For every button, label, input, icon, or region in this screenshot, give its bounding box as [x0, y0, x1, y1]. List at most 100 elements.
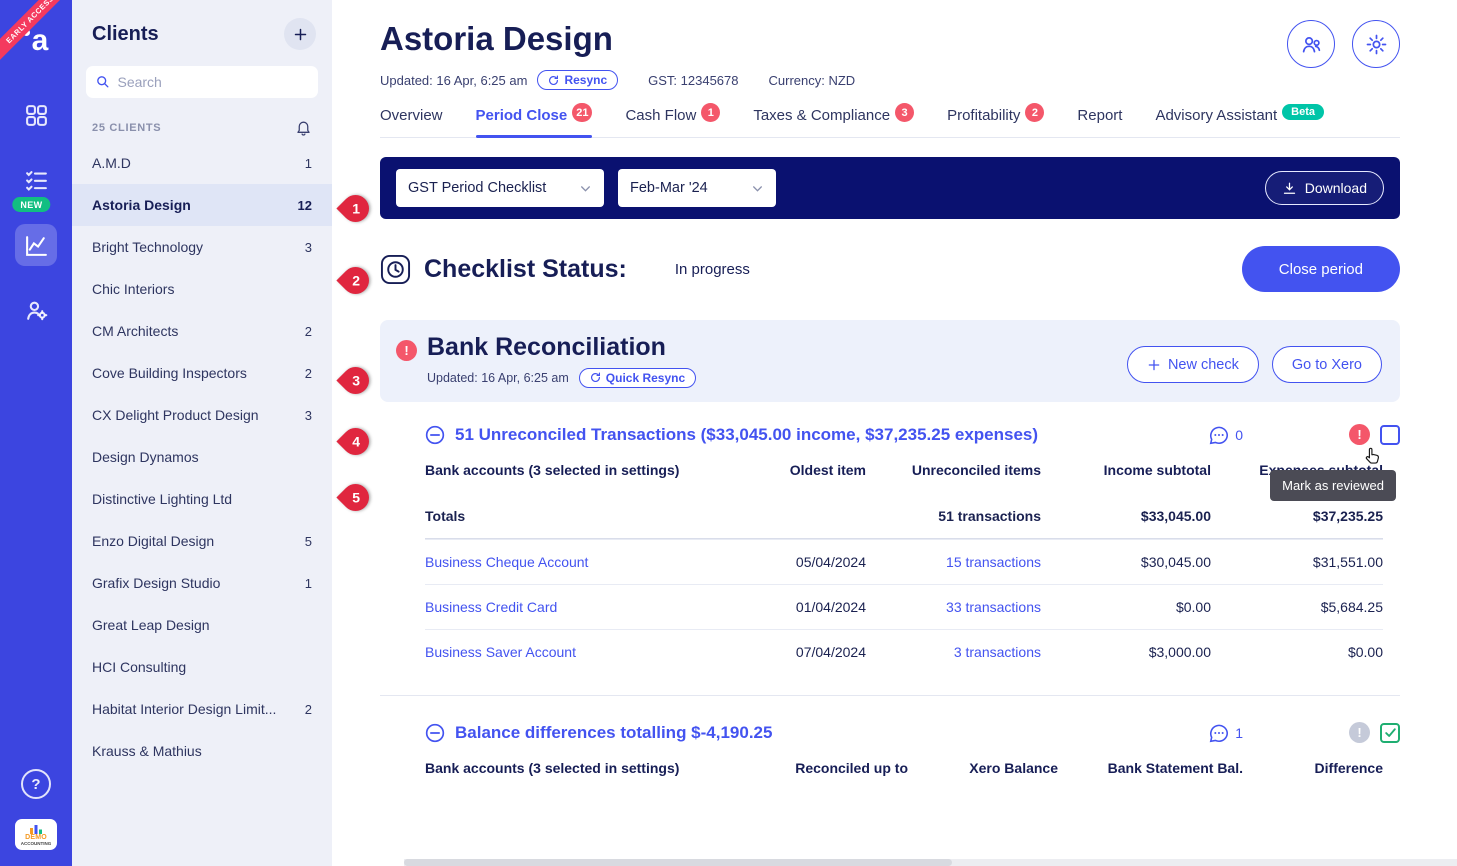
client-list-item[interactable]: Grafix Design Studio 1: [72, 562, 332, 604]
client-name: Astoria Design: [92, 197, 191, 213]
quick-resync-button[interactable]: Quick Resync: [579, 368, 696, 388]
unreconciled-header-row: Bank accounts (3 selected in settings) O…: [425, 446, 1383, 494]
tab[interactable]: Advisory Assistant Beta: [1155, 107, 1324, 137]
comment-count: 0: [1235, 427, 1243, 443]
column-header: Bank Statement Bal.: [1058, 760, 1243, 776]
sidebar-title: Clients: [92, 23, 159, 46]
account-link[interactable]: Business Saver Account: [425, 644, 716, 660]
client-name: Habitat Interior Design Limit...: [92, 701, 276, 717]
rail-item-checklists[interactable]: NEW: [15, 159, 57, 201]
currency-label: Currency: NZD: [769, 73, 856, 88]
client-list-item[interactable]: Great Leap Design: [72, 604, 332, 646]
settings-button[interactable]: [1352, 20, 1400, 68]
transactions-link[interactable]: 3 transactions: [866, 644, 1041, 660]
main-content: Astoria Design Updated: 16 Apr, 6:25 am …: [332, 0, 1457, 866]
balance-header-row: Bank accounts (3 selected in settings) R…: [425, 744, 1383, 792]
client-count: 2: [305, 366, 312, 381]
client-count: 3: [305, 408, 312, 423]
client-list-item[interactable]: Bright Technology 3: [72, 226, 332, 268]
client-list-item[interactable]: Enzo Digital Design 5: [72, 520, 332, 562]
client-count: 1: [305, 156, 312, 171]
account-link[interactable]: Business Cheque Account: [425, 554, 716, 570]
search-input[interactable]: [117, 74, 308, 90]
balance-differences-section: Balance differences totalling $-4,190.25…: [380, 722, 1400, 792]
rail-item-clients[interactable]: [15, 289, 57, 331]
client-name: CM Architects: [92, 323, 178, 339]
tab-label: Report: [1077, 107, 1122, 124]
client-list-item[interactable]: CX Delight Product Design 3: [72, 394, 332, 436]
chevron-down-icon: [579, 182, 592, 195]
cursor-icon: [1364, 446, 1384, 471]
bank-reconciliation-title: Bank Reconciliation: [427, 334, 696, 362]
period-select[interactable]: Feb-Mar '24: [618, 169, 776, 207]
client-count: 5: [305, 534, 312, 549]
tab[interactable]: Overview: [380, 107, 443, 137]
transactions-link[interactable]: 33 transactions: [866, 599, 1041, 615]
checklist-status-row: Checklist Status: In progress Close peri…: [380, 246, 1400, 292]
go-to-xero-button[interactable]: Go to Xero: [1272, 346, 1382, 383]
client-list-item[interactable]: HCI Consulting: [72, 646, 332, 688]
tab[interactable]: Profitability 2: [947, 107, 1044, 137]
alert-icon: [396, 340, 417, 361]
rail-item-dashboard[interactable]: [15, 94, 57, 136]
account-link[interactable]: Business Credit Card: [425, 599, 716, 615]
transactions-link[interactable]: 15 transactions: [866, 554, 1041, 570]
help-icon[interactable]: [21, 769, 51, 799]
mark-reviewed-checkbox[interactable]: [1380, 425, 1400, 445]
tab[interactable]: Cash Flow 1: [625, 107, 720, 137]
horizontal-scrollbar[interactable]: [404, 859, 1457, 866]
client-list-item[interactable]: Chic Interiors: [72, 268, 332, 310]
tab[interactable]: Taxes & Compliance 3: [753, 107, 914, 137]
tab-badge: 21: [572, 103, 592, 122]
resync-icon: [590, 372, 601, 383]
comment-icon[interactable]: [1208, 722, 1230, 744]
client-list-item[interactable]: Astoria Design 12: [72, 184, 332, 226]
reviewed-checkbox-checked[interactable]: [1380, 723, 1400, 743]
client-list-item[interactable]: CM Architects 2: [72, 310, 332, 352]
resync-label: Resync: [564, 73, 607, 87]
new-check-button[interactable]: New check: [1127, 346, 1259, 383]
checklist-select[interactable]: GST Period Checklist: [396, 169, 604, 207]
client-name: A.M.D: [92, 155, 131, 171]
client-name: Design Dynamos: [92, 449, 199, 465]
add-client-button[interactable]: [284, 18, 316, 50]
bell-icon[interactable]: [295, 119, 312, 136]
members-button[interactable]: [1287, 20, 1335, 68]
client-list-item[interactable]: Cove Building Inspectors 2: [72, 352, 332, 394]
column-header: Oldest item: [716, 462, 866, 478]
gear-icon: [1365, 33, 1388, 56]
resync-icon: [548, 75, 559, 86]
client-list-item[interactable]: Design Dynamos: [72, 436, 332, 478]
totals-row: Totals 51 transactions $33,045.00 $37,23…: [425, 494, 1383, 539]
resync-button[interactable]: Resync: [537, 70, 618, 90]
members-icon: [1300, 33, 1323, 56]
comment-icon[interactable]: [1208, 424, 1230, 446]
client-list-item[interactable]: Krauss & Mathius: [72, 730, 332, 772]
minus-circle-icon[interactable]: [425, 425, 445, 445]
download-button[interactable]: Download: [1265, 171, 1384, 205]
tab-badge: 1: [701, 103, 720, 122]
client-count: 3: [305, 240, 312, 255]
updated-text: Updated: 16 Apr, 6:25 am: [380, 73, 527, 88]
client-count: 12: [298, 198, 312, 213]
checklist-status-label: Checklist Status:: [424, 255, 627, 284]
client-list-item[interactable]: A.M.D 1: [72, 142, 332, 184]
balance-differences-title[interactable]: Balance differences totalling $-4,190.25: [455, 723, 772, 743]
clients-sidebar: Clients 25 CLIENTS A.M.D 1 Astoria Desig…: [72, 0, 332, 866]
close-period-button[interactable]: Close period: [1242, 246, 1400, 292]
unreconciled-title[interactable]: 51 Unreconciled Transactions ($33,045.00…: [455, 425, 1038, 445]
rail-item-insights[interactable]: [15, 224, 57, 266]
scrollbar-thumb[interactable]: [404, 859, 952, 866]
tab[interactable]: Period Close 21: [476, 107, 593, 137]
client-name: Bright Technology: [92, 239, 203, 255]
download-icon: [1282, 181, 1297, 196]
mark-reviewed-tooltip: Mark as reviewed: [1270, 470, 1396, 501]
client-list-item[interactable]: Habitat Interior Design Limit... 2: [72, 688, 332, 730]
tab[interactable]: Report: [1077, 107, 1122, 137]
client-name: Cove Building Inspectors: [92, 365, 247, 381]
app-window: EARLY ACCESS a NEW DEMO ACCOUNTING: [0, 0, 1457, 866]
client-list-item[interactable]: Distinctive Lighting Ltd: [72, 478, 332, 520]
period-toolbar: GST Period Checklist Feb-Mar '24 Downloa…: [380, 157, 1400, 219]
income-subtotal: $30,045.00: [1041, 554, 1211, 570]
minus-circle-icon[interactable]: [425, 723, 445, 743]
